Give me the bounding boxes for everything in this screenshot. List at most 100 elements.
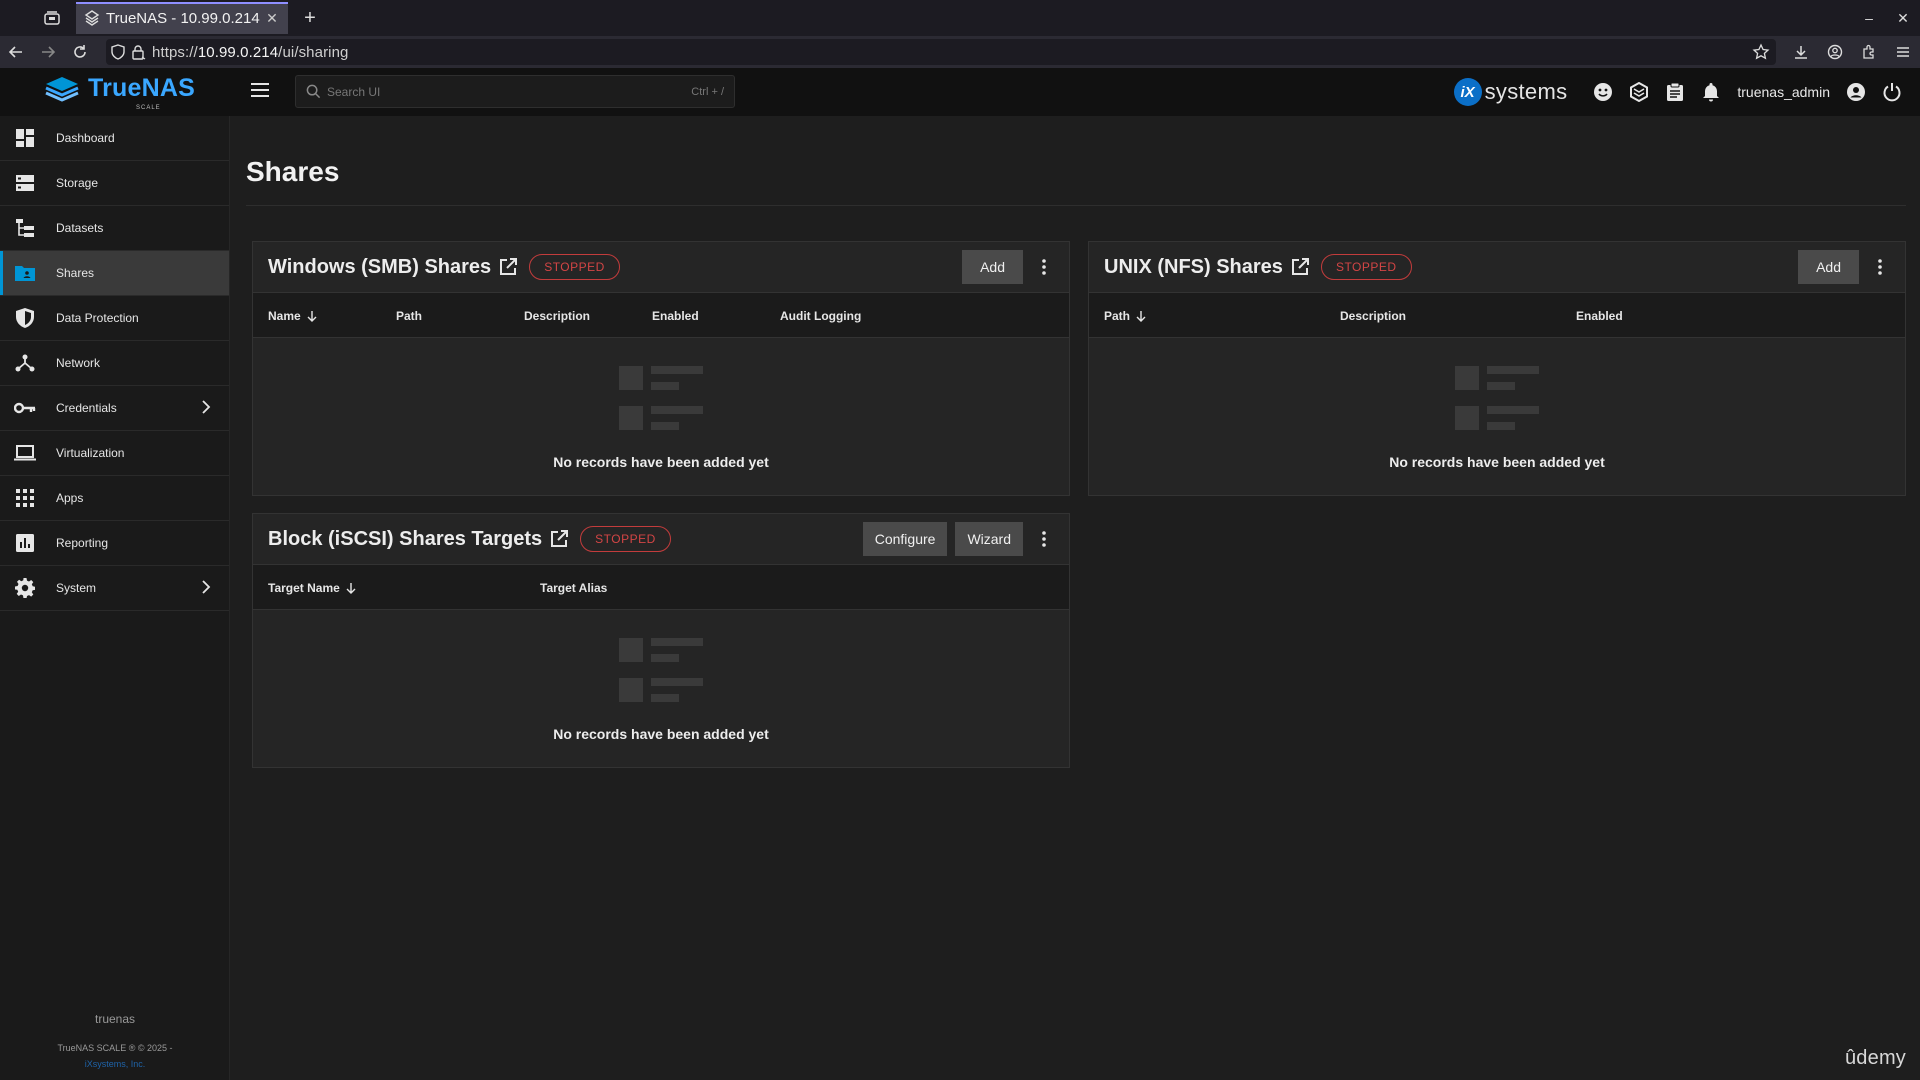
- window-controls: – ✕: [1852, 0, 1920, 36]
- back-arrow-icon[interactable]: [0, 36, 32, 68]
- column-header-description[interactable]: Description: [524, 309, 590, 323]
- ixsystems-mark: iX: [1453, 78, 1482, 106]
- column-header-name[interactable]: Name: [268, 309, 317, 323]
- storage-icon: [14, 172, 36, 194]
- username-label[interactable]: truenas_admin: [1737, 84, 1830, 100]
- downloads-icon[interactable]: [1784, 44, 1818, 60]
- company-link[interactable]: iXsystems, Inc.: [85, 1059, 146, 1069]
- sidebar-item-label: System: [56, 581, 97, 595]
- empty-list-icon: [619, 638, 703, 704]
- sidebar-item-storage[interactable]: Storage: [0, 161, 229, 206]
- sidebar-item-reporting[interactable]: Reporting: [0, 521, 229, 566]
- column-header-enabled[interactable]: Enabled: [1576, 309, 1623, 323]
- sidebar-item-datasets[interactable]: Datasets: [0, 206, 229, 251]
- column-header-target-name[interactable]: Target Name: [268, 581, 356, 595]
- truecommand-icon[interactable]: [1621, 82, 1657, 102]
- open-in-new-icon[interactable]: [499, 258, 518, 276]
- ixsystems-logo[interactable]: iX systems: [1453, 78, 1568, 106]
- truenas-logo[interactable]: TrueNAS SCALE: [42, 74, 195, 111]
- close-tab-icon[interactable]: ✕: [264, 10, 280, 27]
- column-header-path[interactable]: Path: [396, 309, 422, 323]
- more-vert-icon[interactable]: [1027, 522, 1061, 556]
- url-bar[interactable]: https://10.99.0.214/ui/sharing: [106, 39, 1776, 65]
- smb-add-button[interactable]: Add: [962, 250, 1023, 284]
- search-icon: [306, 84, 321, 99]
- security-shield-icon: [14, 307, 36, 329]
- sidebar-item-data-protection[interactable]: Data Protection: [0, 296, 229, 341]
- sidebar-item-dashboard[interactable]: Dashboard: [0, 116, 229, 161]
- gear-icon: [14, 577, 36, 599]
- sidebar-item-label: Reporting: [56, 536, 109, 550]
- bookmark-star-icon[interactable]: [1752, 43, 1770, 61]
- iscsi-wizard-button[interactable]: Wizard: [955, 522, 1023, 556]
- minimize-window-icon[interactable]: –: [1852, 10, 1886, 26]
- account-icon[interactable]: [1818, 44, 1852, 60]
- forward-arrow-icon[interactable]: [32, 36, 64, 68]
- reload-icon[interactable]: [64, 36, 96, 68]
- lock-icon[interactable]: [130, 44, 146, 60]
- truenas-logo-icon: [45, 76, 79, 102]
- feedback-smiley-icon[interactable]: [1585, 82, 1621, 102]
- open-in-new-icon[interactable]: [550, 530, 569, 548]
- open-in-new-icon[interactable]: [1291, 258, 1309, 276]
- key-icon: [14, 397, 36, 419]
- search-input[interactable]: [327, 84, 667, 99]
- empty-state-text: No records have been added yet: [1389, 454, 1605, 470]
- column-header-target-alias[interactable]: Target Alias: [540, 581, 607, 595]
- new-tab-icon[interactable]: +: [298, 7, 322, 30]
- sidebar-item-credentials[interactable]: Credentials: [0, 386, 229, 431]
- nfs-add-button[interactable]: Add: [1798, 250, 1859, 284]
- sidebar-item-label: Datasets: [56, 221, 104, 235]
- smb-card-title: Windows (SMB) Shares: [268, 255, 492, 278]
- sidebar-item-label: Data Protection: [56, 311, 139, 325]
- tab-list-icon[interactable]: [38, 4, 66, 32]
- column-header-path[interactable]: Path: [1104, 309, 1146, 323]
- browser-tab-bar: TrueNAS - 10.99.0.214 ✕ + – ✕: [0, 0, 1920, 36]
- sidebar-item-label: Shares: [56, 266, 95, 280]
- menu-toggle-icon[interactable]: [250, 82, 270, 103]
- hostname-label: truenas: [94, 1012, 136, 1026]
- iscsi-targets-card: Block (iSCSI) Shares Targets STOPPED Con…: [252, 513, 1070, 768]
- sidebar-item-network[interactable]: Network: [0, 341, 229, 386]
- jobs-clipboard-icon[interactable]: [1657, 82, 1693, 102]
- url-text: https://10.99.0.214/ui/sharing: [152, 43, 349, 61]
- nfs-status-badge[interactable]: STOPPED: [1320, 254, 1412, 280]
- extensions-icon[interactable]: [1852, 44, 1886, 60]
- empty-list-icon: [1455, 366, 1539, 432]
- sidebar: Dashboard Storage Datasets Shares Data P…: [0, 116, 230, 1080]
- nfs-shares-card: UNIX (NFS) Shares STOPPED Add Path Descr…: [1088, 241, 1906, 496]
- app-topbar: TrueNASSCALE Ctrl + / iX systems truenas…: [0, 68, 1920, 116]
- column-header-audit-logging[interactable]: Audit Logging: [780, 309, 861, 323]
- column-header-enabled[interactable]: Enabled: [652, 309, 699, 323]
- page-title: Shares: [246, 156, 340, 187]
- sort-arrow-down-icon: [346, 582, 356, 594]
- close-window-icon[interactable]: ✕: [1886, 10, 1920, 27]
- column-header-description[interactable]: Description: [1340, 309, 1406, 323]
- browser-tab-truenas[interactable]: TrueNAS - 10.99.0.214 ✕: [76, 2, 288, 34]
- more-vert-icon[interactable]: [1863, 250, 1897, 284]
- copyright-text: TrueNAS SCALE ® © 2025 -: [57, 1043, 173, 1053]
- global-search[interactable]: Ctrl + /: [295, 75, 735, 108]
- iscsi-empty-state: No records have been added yet: [253, 638, 1069, 742]
- smb-table-header: Name Path Description Enabled Audit Logg…: [253, 292, 1069, 338]
- sidebar-item-apps[interactable]: Apps: [0, 476, 229, 521]
- sort-arrow-down-icon: [307, 310, 317, 322]
- sidebar-item-system[interactable]: System: [0, 566, 229, 611]
- more-vert-icon[interactable]: [1027, 250, 1061, 284]
- user-account-icon[interactable]: [1838, 82, 1874, 102]
- iscsi-status-badge[interactable]: STOPPED: [580, 526, 671, 552]
- nfs-empty-state: No records have been added yet: [1089, 366, 1905, 470]
- sidebar-item-label: Storage: [56, 176, 99, 190]
- smb-status-badge[interactable]: STOPPED: [529, 254, 620, 280]
- nfs-card-actions: Add: [1790, 250, 1897, 284]
- sidebar-item-shares[interactable]: Shares: [0, 251, 229, 296]
- empty-state-text: No records have been added yet: [553, 454, 769, 470]
- browser-menu-icon[interactable]: [1886, 44, 1920, 60]
- notifications-bell-icon[interactable]: [1693, 82, 1729, 102]
- laptop-icon: [14, 442, 36, 464]
- sidebar-footer: truenas TrueNAS SCALE ® © 2025 - iXsyste…: [0, 1012, 230, 1080]
- power-icon[interactable]: [1874, 82, 1910, 102]
- shield-icon[interactable]: [110, 44, 126, 60]
- sidebar-item-virtualization[interactable]: Virtualization: [0, 431, 229, 476]
- iscsi-configure-button[interactable]: Configure: [862, 522, 948, 556]
